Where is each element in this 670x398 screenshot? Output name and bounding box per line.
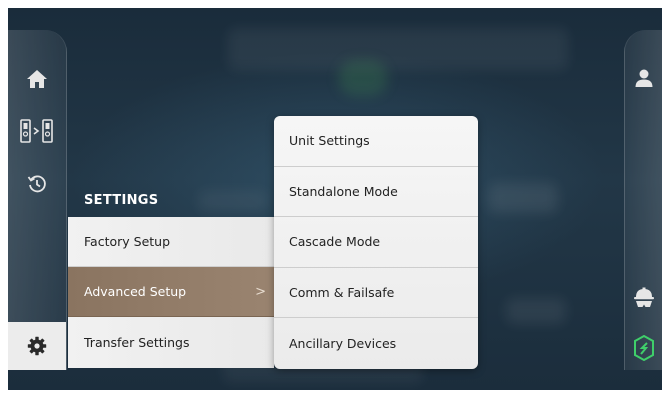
settings-menu: Factory Setup Advanced Setup > Transfer …	[68, 217, 274, 368]
settings-title: SETTINGS	[84, 193, 159, 208]
menu-item-label: Factory Setup	[84, 234, 171, 249]
menu-item-factory-setup[interactable]: Factory Setup	[68, 217, 274, 267]
nav-settings-button[interactable]	[8, 322, 66, 370]
user-icon	[635, 69, 653, 87]
submenu-item-ancillary-devices[interactable]: Ancillary Devices	[274, 318, 478, 369]
advanced-setup-submenu: Unit Settings Standalone Mode Cascade Mo…	[274, 116, 478, 369]
nav-transfer-button[interactable]	[8, 110, 66, 152]
background-blur	[488, 183, 558, 213]
brand-logo-icon	[634, 335, 654, 361]
menu-item-advanced-setup[interactable]: Advanced Setup >	[68, 267, 274, 317]
submenu-item-cascade-mode[interactable]: Cascade Mode	[274, 217, 478, 268]
service-technician-icon	[634, 287, 654, 307]
submenu-item-label: Comm & Failsafe	[289, 285, 395, 301]
menu-item-transfer-settings[interactable]: Transfer Settings	[68, 317, 274, 368]
submenu-item-label: Standalone Mode	[289, 183, 398, 199]
history-icon	[27, 175, 46, 193]
left-nav	[8, 30, 67, 370]
right-nav	[624, 30, 662, 370]
brand-logo	[625, 328, 662, 368]
submenu-item-unit-settings[interactable]: Unit Settings	[274, 116, 478, 167]
background-blur	[506, 298, 566, 324]
nav-history-button[interactable]	[8, 163, 66, 205]
home-icon	[27, 70, 47, 88]
nav-home-button[interactable]	[8, 58, 66, 100]
background-blur	[338, 60, 388, 96]
boiler-transfer-icon	[20, 119, 53, 143]
menu-item-label: Advanced Setup	[84, 284, 187, 299]
screen: SETTINGS Factory Setup Advanced Setup > …	[8, 8, 662, 390]
submenu-item-standalone-mode[interactable]: Standalone Mode	[274, 167, 478, 218]
submenu-item-label: Cascade Mode	[289, 234, 381, 250]
chevron-right-icon: >	[255, 284, 266, 299]
background-blur	[228, 28, 568, 70]
gear-icon	[27, 336, 47, 356]
service-button[interactable]	[625, 278, 662, 318]
submenu-item-label: Unit Settings	[289, 133, 370, 149]
submenu-item-label: Ancillary Devices	[289, 336, 397, 352]
menu-item-label: Transfer Settings	[84, 335, 190, 350]
submenu-item-comm-failsafe[interactable]: Comm & Failsafe	[274, 268, 478, 319]
background-blur	[198, 190, 268, 212]
user-button[interactable]	[625, 58, 662, 98]
